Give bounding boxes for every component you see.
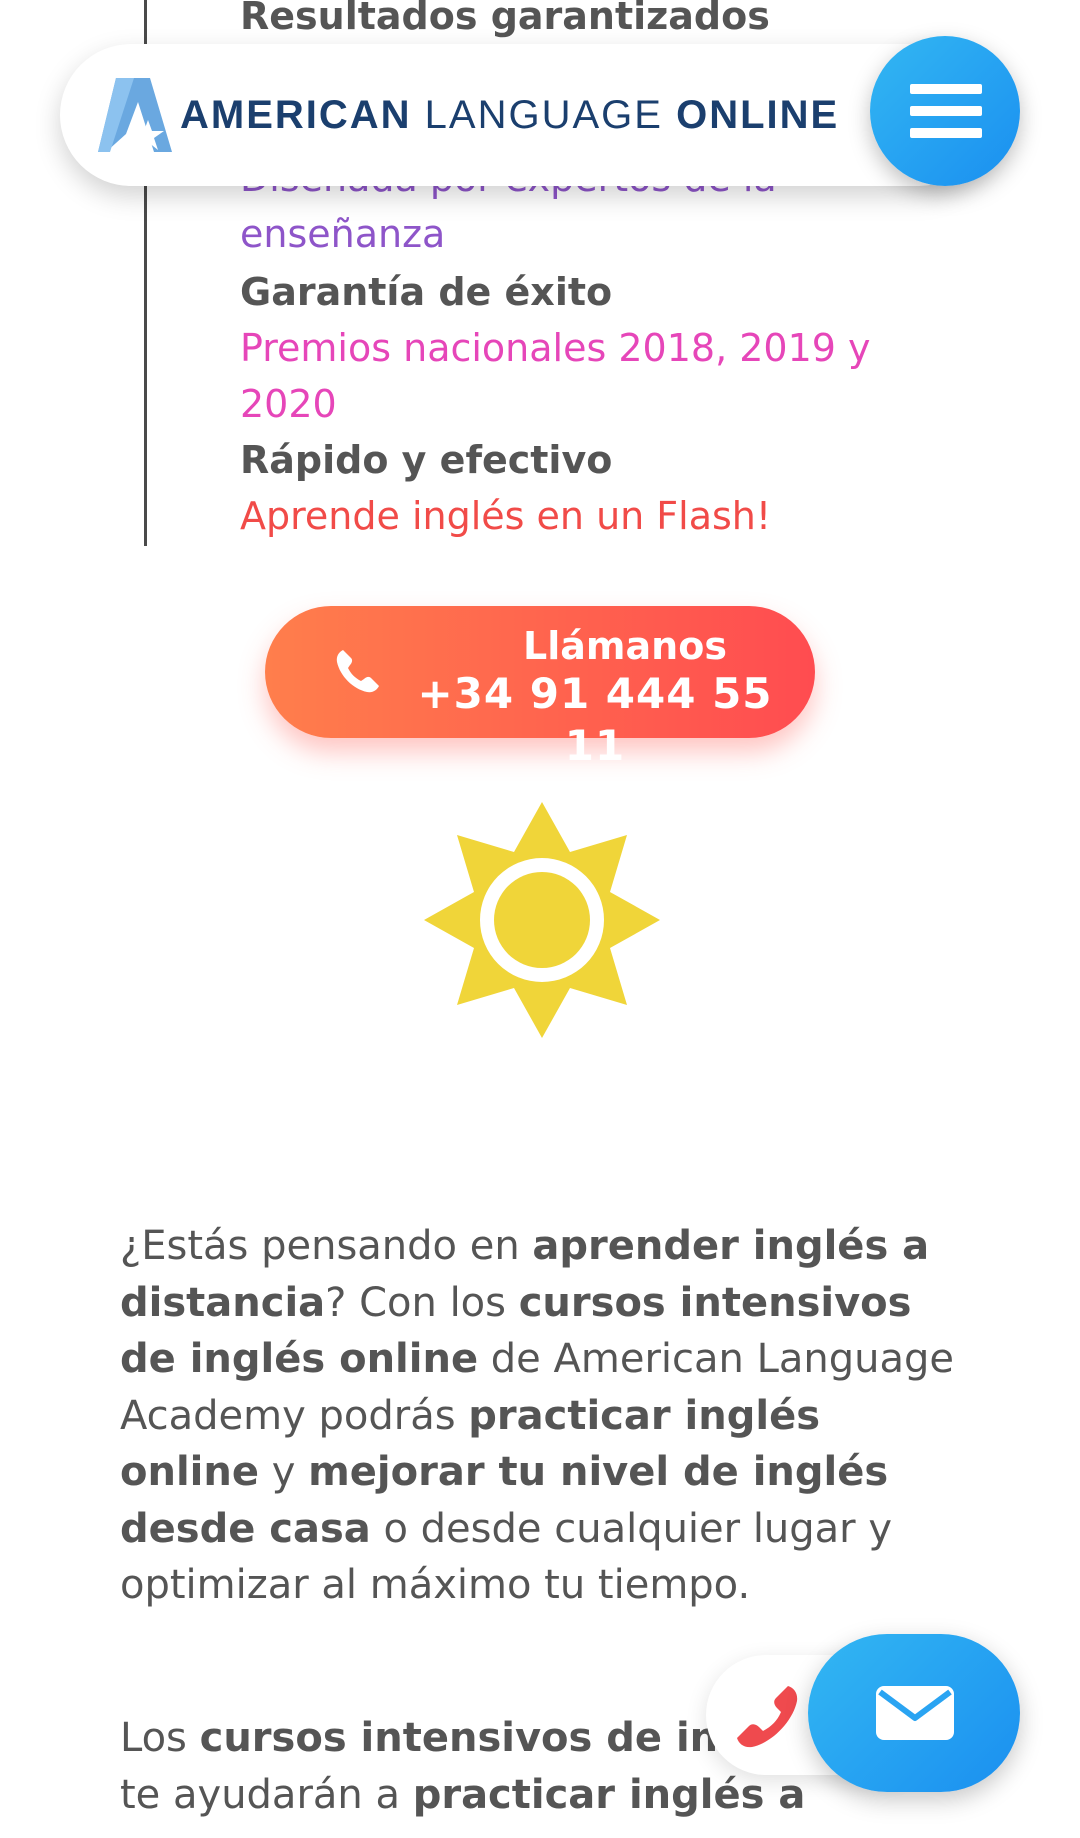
phone-icon	[333, 646, 383, 696]
call-phone-number: +34 91 444 55 11	[417, 669, 773, 770]
text-run: ¿Estás pensando en	[120, 1223, 533, 1269]
text-run: ? Con los	[325, 1279, 519, 1326]
hamburger-menu-button[interactable]	[870, 36, 1020, 186]
call-label: Llámanos	[523, 624, 727, 668]
text-run-bold: practicar inglés a	[412, 1771, 806, 1818]
brand-wordmark[interactable]: AMERICAN LANGUAGE ONLINE	[180, 88, 839, 142]
feature-subtitle: Aprende inglés en un Flash!	[240, 494, 772, 538]
call-button[interactable]: Llámanos +34 91 444 55 11	[265, 606, 815, 770]
feature-title: Rápido y efectivo	[240, 438, 613, 482]
floating-phone-button[interactable]	[730, 1680, 802, 1752]
floating-mail-button[interactable]	[808, 1634, 1020, 1792]
brand-part-language: LANGUAGE	[424, 93, 663, 137]
text-run: y	[258, 1449, 309, 1495]
feature-subtitle-line: Premios nacionales 2018, 2019 y	[240, 326, 871, 370]
sun-icon	[420, 798, 664, 1042]
text-run: te ayudarán a	[120, 1771, 413, 1818]
brand-part-american: AMERICAN	[180, 93, 412, 137]
brand-part-online: ONLINE	[676, 93, 840, 137]
intro-paragraph: ¿Estás pensando en aprender inglés a dis…	[120, 1218, 970, 1614]
site-header: AMERICAN LANGUAGE ONLINE	[60, 44, 990, 186]
text-run-bold: cursos intensivos de in	[199, 1715, 719, 1761]
feature-title: Garantía de éxito	[240, 270, 613, 314]
feature-subtitle: Premios nacionales 2018, 2019 y 2020	[240, 320, 940, 432]
feature-subtitle-line: enseñanza	[240, 212, 446, 256]
star-a-logo-icon[interactable]	[98, 74, 172, 154]
text-run: Los	[120, 1715, 200, 1761]
feature-subtitle-line: 2020	[240, 382, 337, 426]
phone-icon	[737, 1686, 798, 1748]
feature-title: Resultados garantizados	[240, 0, 770, 38]
envelope-icon	[876, 1686, 954, 1740]
